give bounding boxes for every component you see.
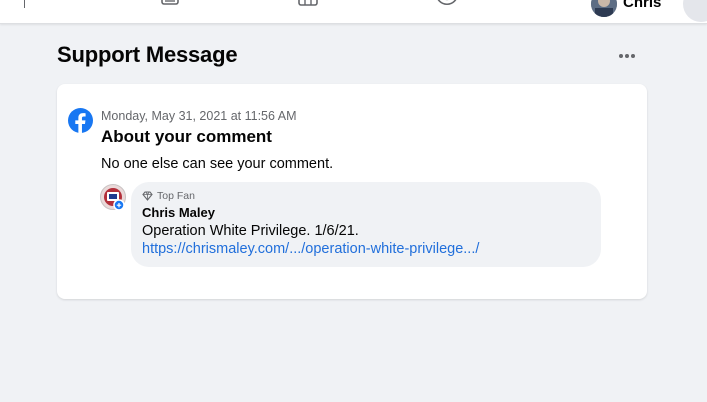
comment-bubble: Top Fan Chris Maley Operation White Priv… <box>131 182 601 267</box>
badge-label: Top Fan <box>157 190 195 202</box>
support-message-card: Monday, May 31, 2021 at 11:56 AM About y… <box>57 84 647 299</box>
facebook-logo-icon <box>68 108 93 133</box>
page-title: Support Message <box>57 42 238 67</box>
top-fan-badge: Top Fan <box>142 190 195 202</box>
diamond-icon <box>142 191 153 201</box>
groups-icon[interactable] <box>433 0 461 6</box>
divider <box>24 0 25 8</box>
message-subject: About your comment <box>101 127 272 146</box>
message-body: No one else can see your comment. <box>101 156 334 172</box>
message-timestamp: Monday, May 31, 2021 at 11:56 AM <box>101 109 297 123</box>
account-menu-button[interactable] <box>683 0 707 22</box>
comment-link[interactable]: https://chrismaley.com/.../operation-whi… <box>142 241 479 257</box>
more-options-button[interactable] <box>612 44 642 68</box>
home-icon[interactable] <box>160 0 180 6</box>
marketplace-icon[interactable] <box>298 0 318 6</box>
comment-text: Operation White Privilege. 1/6/21. <box>142 223 359 239</box>
more-dots-icon <box>619 54 635 58</box>
top-navigation-bar: Chris <box>0 0 707 24</box>
profile-avatar[interactable] <box>591 0 617 17</box>
commenter-name[interactable]: Chris Maley <box>142 205 215 220</box>
profile-name[interactable]: Chris <box>623 0 661 11</box>
commenter-avatar[interactable] <box>100 182 126 214</box>
